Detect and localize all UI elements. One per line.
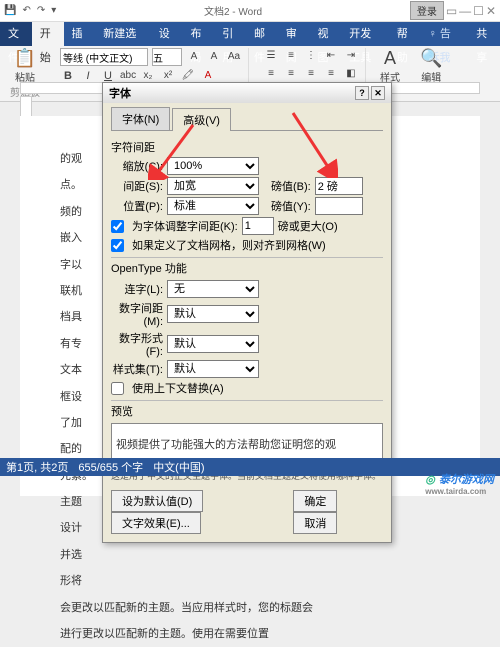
multilevel-icon[interactable]: ⋮ [303,48,319,64]
doc-line[interactable]: 会更改以匹配新的主题。当应用样式时，您的标题会 [60,595,440,621]
indent-right-icon[interactable]: ⇥ [343,48,359,64]
undo-icon[interactable]: ↶ [22,5,30,16]
styles-icon: A [384,48,396,69]
align-left-icon[interactable]: ≡ [263,66,279,82]
position-select[interactable]: 标准 [167,197,259,215]
language-status[interactable]: 中文(中国) [153,459,204,475]
numbering-icon[interactable]: ≡ [283,48,299,64]
tab-layout[interactable]: 布局 [182,22,214,46]
grid-checkbox[interactable] [111,239,124,252]
doc-line[interactable]: 并选 [60,542,440,568]
set-default-button[interactable]: 设为默认值(D) [111,490,203,512]
grow-font-icon[interactable]: A [186,49,202,65]
align-center-icon[interactable]: ≡ [283,66,299,82]
spacing-section-label: 字符间距 [111,139,383,155]
shrink-font-icon[interactable]: A [206,49,222,65]
scale-select[interactable]: 100% [167,157,259,175]
numform-label: 数字形式(F): [111,330,163,358]
spacing-label: 间距(S): [111,178,163,194]
login-button[interactable]: 登录 [410,1,444,20]
close-icon[interactable]: ✕ [486,4,496,18]
kerning-suffix: 磅或更大(O) [278,218,338,234]
ligatures-select[interactable]: 无 [167,280,259,298]
kerning-checkbox[interactable] [111,220,124,233]
quick-access-toolbar: 💾 ↶ ↷ ▾ [4,5,56,16]
justify-icon[interactable]: ≡ [323,66,339,82]
word-count[interactable]: 655/655 个字 [78,459,143,475]
tab-file[interactable]: 文件 [0,22,32,46]
font-family-select[interactable] [60,48,148,66]
dialog-help-icon[interactable]: ? [355,86,369,100]
tell-me[interactable]: ♀ 告诉我 [421,22,469,46]
spacing-select[interactable]: 加宽 [167,177,259,195]
spacing-pt-input[interactable] [315,177,363,195]
change-case-icon[interactable]: Aa [226,49,242,65]
opentype-section-label: OpenType 功能 [111,257,383,276]
ligatures-label: 连字(L): [111,281,163,297]
indent-left-icon[interactable]: ⇤ [323,48,339,64]
tab-advanced-page[interactable]: 高级(V) [172,108,231,131]
maximize-icon[interactable]: ☐ [473,4,484,18]
tab-insert[interactable]: 插入 [64,22,96,46]
numform-select[interactable]: 默认 [167,335,259,353]
tab-addin[interactable]: 新建选项卡 [95,22,150,46]
tab-font-page[interactable]: 字体(N) [111,107,170,130]
watermark: ◎ 泰尔游戏网 www.tairda.com [425,470,494,496]
share-button[interactable]: 共享 [468,22,500,46]
paste-icon: 📋 [14,48,36,69]
position-pt-label: 磅值(Y): [271,198,311,214]
ok-button[interactable]: 确定 [293,490,337,512]
bullets-icon[interactable]: ☰ [263,48,279,64]
kerning-pt-input[interactable] [242,217,274,235]
font-size-select[interactable] [152,48,182,66]
doc-line[interactable]: 进行更改以匹配新的主题。使用在需要位置 [60,621,440,647]
styleset-label: 样式集(T): [111,361,163,377]
styleset-select[interactable]: 默认 [167,360,259,378]
numspacing-label: 数字间距(M): [111,300,163,328]
scale-label: 缩放(C): [111,158,163,174]
spacing-pt-label: 磅值(B): [271,178,311,194]
position-pt-input[interactable] [315,197,363,215]
context-checkbox[interactable] [111,382,124,395]
tab-review[interactable]: 审阅 [278,22,310,46]
editing-icon: 🔍 [420,48,442,69]
tab-developer[interactable]: 开发工具 [341,22,389,46]
cancel-button[interactable]: 取消 [293,512,337,534]
minimize-icon[interactable]: — [459,4,471,18]
ribbon-tabs: 文件 开始 插入 新建选项卡 设计 布局 引用 邮件 审阅 视图 开发工具 帮助… [0,22,500,46]
shading-icon[interactable]: ◧ [343,66,359,82]
dialog-tabs: 字体(N) 高级(V) [111,107,383,131]
tab-home[interactable]: 开始 [32,22,64,46]
ribbon-options-icon[interactable]: ▭ [446,4,457,18]
doc-line[interactable]: 形将 [60,568,440,594]
text-effects-button[interactable]: 文字效果(E)... [111,512,201,534]
numspacing-select[interactable]: 默认 [167,305,259,323]
tab-references[interactable]: 引用 [214,22,246,46]
tab-mailings[interactable]: 邮件 [246,22,278,46]
grid-label: 如果定义了文档网格，则对齐到网格(W) [132,237,326,253]
position-label: 位置(P): [111,198,163,214]
kerning-label: 为字体调整字间距(K): [132,218,238,234]
tab-design[interactable]: 设计 [151,22,183,46]
dialog-close-icon[interactable]: ✕ [371,86,385,100]
title-bar: 💾 ↶ ↷ ▾ 文档2 - Word 登录 ▭ — ☐ ✕ [0,0,500,22]
window-title: 文档2 - Word [56,3,410,18]
align-right-icon[interactable]: ≡ [303,66,319,82]
context-label: 使用上下文替换(A) [132,380,224,396]
page-status[interactable]: 第1页, 共2页 [6,459,68,475]
dialog-title: 字体 [109,85,131,101]
save-icon[interactable]: 💾 [4,5,16,16]
tab-help[interactable]: 帮助 [389,22,421,46]
preview-section-label: 预览 [111,400,383,419]
dialog-titlebar[interactable]: 字体 ? ✕ [103,83,391,103]
watermark-icon: ◎ [425,474,435,486]
tab-view[interactable]: 视图 [310,22,342,46]
redo-icon[interactable]: ↷ [37,5,45,16]
